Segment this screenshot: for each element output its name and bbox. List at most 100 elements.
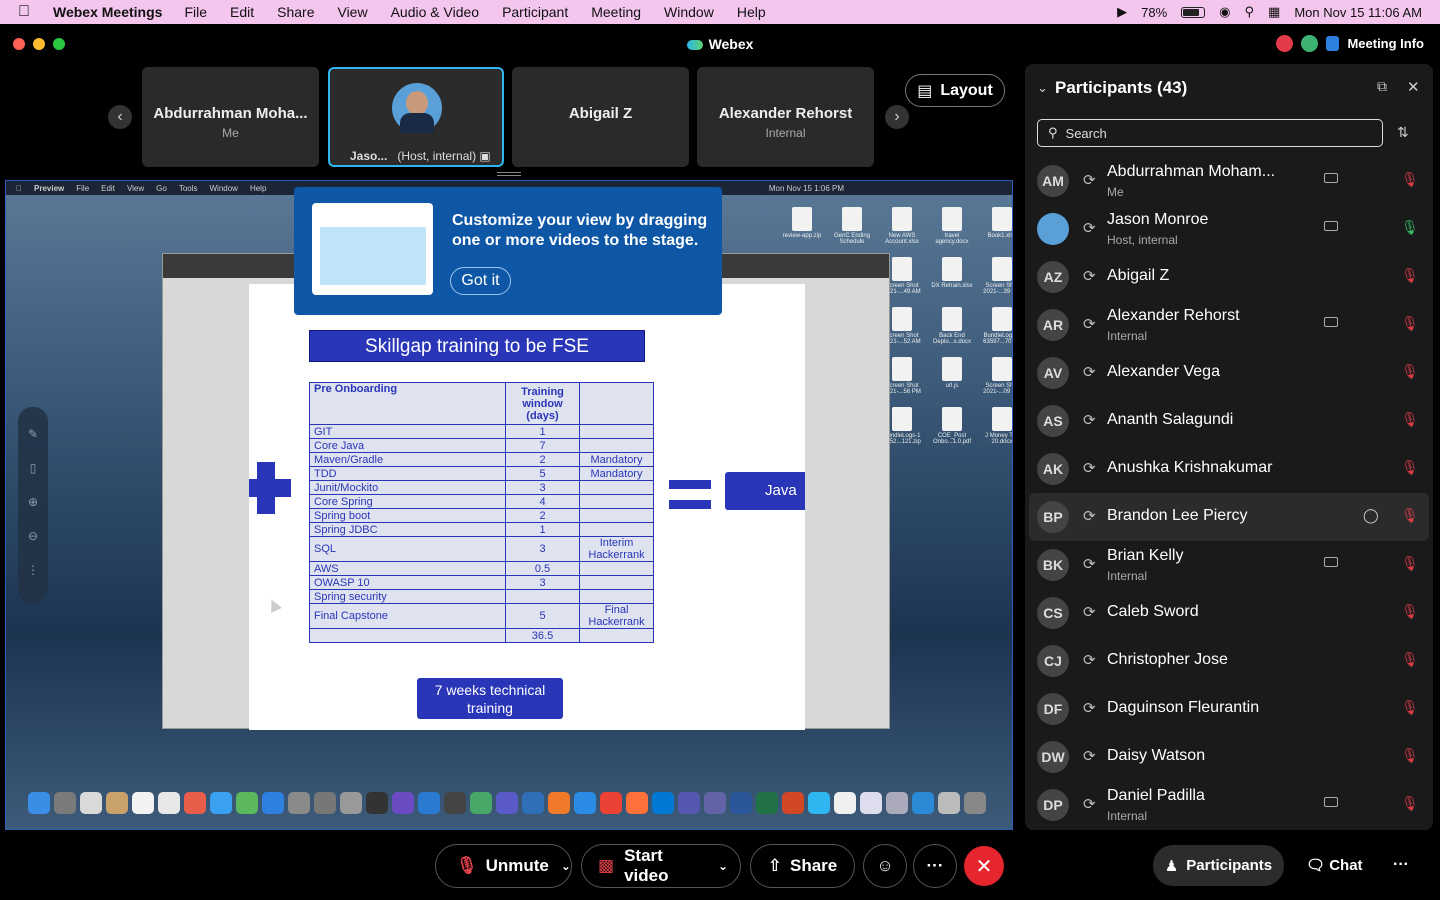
dock-app-icon <box>938 792 960 814</box>
got-it-button[interactable]: Got it <box>450 267 511 295</box>
meeting-info-label[interactable]: Meeting Info <box>1347 36 1424 51</box>
more-options-button[interactable]: ··· <box>913 844 957 888</box>
participant-name: Ananth Salagundi <box>1107 411 1234 428</box>
table-cell: Core Spring <box>309 494 506 509</box>
mic-muted-icon[interactable]: 🎙 <box>1401 459 1419 476</box>
shared-menu-item: Tools <box>172 183 198 193</box>
chat-tab[interactable]: 🗨 Chat <box>1306 856 1363 874</box>
spotlight-icon[interactable]: ⚲ <box>1245 4 1255 20</box>
mic-muted-icon[interactable]: 🎙 <box>1401 411 1419 428</box>
layout-button[interactable]: ▤ Layout <box>905 74 1005 107</box>
menubar-clock[interactable]: Mon Nov 15 11:06 AM <box>1294 5 1422 20</box>
battery-icon[interactable] <box>1181 6 1206 18</box>
participant-row[interactable]: AV ⟳ Alexander Vega 🎙 <box>1029 349 1429 397</box>
chat-bubble-icon[interactable]: ◯ <box>1363 507 1379 524</box>
mic-muted-icon[interactable]: 🎙 <box>1401 363 1419 380</box>
strip-prev-button[interactable]: ‹ <box>108 105 132 129</box>
participant-row[interactable]: AZ ⟳ Abigail Z 🎙 <box>1029 253 1429 301</box>
participant-name: Abigail Z <box>1107 267 1170 284</box>
mic-muted-icon[interactable]: 🎙 <box>1401 555 1419 572</box>
app-menu[interactable]: Webex Meetings <box>53 4 162 20</box>
drag-handle-icon[interactable]: ⋮ <box>18 563 48 577</box>
video-tile-abigail[interactable]: Abigail Z <box>512 67 689 167</box>
eraser-icon[interactable]: ▯ <box>18 461 48 475</box>
shared-menu-item: Preview <box>28 183 64 193</box>
strip-next-button[interactable]: › <box>885 105 909 129</box>
participant-row[interactable]: AK ⟳ Anushka Krishnakumar 🎙 <box>1029 445 1429 493</box>
wifi-icon[interactable]: ◉ <box>1219 4 1230 20</box>
table-cell: 5 <box>505 466 580 481</box>
dock-app-icon <box>756 792 778 814</box>
dock-app-icon <box>288 792 310 814</box>
play-icon[interactable]: ▶ <box>1117 4 1127 20</box>
mic-muted-icon[interactable]: 🎙 <box>1401 603 1419 620</box>
participant-row[interactable]: AR ⟳ Alexander Rehorst Internal 🎙 <box>1029 301 1429 349</box>
participant-row[interactable]: BK ⟳ Brian Kelly Internal 🎙 <box>1029 541 1429 589</box>
stage-resize-handle[interactable] <box>497 172 521 176</box>
menu-participant[interactable]: Participant <box>502 4 568 20</box>
reactions-button[interactable]: ☺ <box>863 844 907 888</box>
chevron-down-icon[interactable]: ⌄ <box>549 859 583 873</box>
start-video-button[interactable]: ▩ Start video ⌄ <box>581 844 741 888</box>
mic-muted-icon[interactable]: 🎙 <box>1401 651 1419 668</box>
dock-app-icon <box>548 792 570 814</box>
end-meeting-button[interactable]: ✕ <box>964 846 1004 886</box>
captions-icon <box>1324 221 1338 231</box>
participant-row[interactable]: ⟳ Jason Monroe Host, internal 🎙 <box>1029 205 1429 253</box>
mic-muted-icon[interactable]: 🎙 <box>1401 747 1419 764</box>
participant-row[interactable]: DF ⟳ Daguinson Fleurantin 🎙 <box>1029 685 1429 733</box>
participant-row[interactable]: DW ⟳ Daisy Watson 🎙 <box>1029 733 1429 781</box>
dock-app-icon <box>652 792 674 814</box>
table-cell: Final Capstone <box>309 603 506 629</box>
close-panel-icon[interactable]: ✕ <box>1407 78 1420 96</box>
menu-view[interactable]: View <box>337 4 367 20</box>
participant-row[interactable]: BP ⟳ Brandon Lee Piercy ◯ 🎙 <box>1029 493 1429 541</box>
menu-audio-video[interactable]: Audio & Video <box>391 4 479 20</box>
mic-muted-icon[interactable]: 🎙 <box>1401 699 1419 716</box>
video-tile-abdurrahman[interactable]: Abdurrahman Moha... Me <box>142 67 319 167</box>
menu-window[interactable]: Window <box>664 4 714 20</box>
apple-menu-icon[interactable]:  <box>18 3 36 21</box>
menu-edit[interactable]: Edit <box>230 4 254 20</box>
participant-row[interactable]: CS ⟳ Caleb Sword 🎙 <box>1029 589 1429 637</box>
menu-share[interactable]: Share <box>277 4 314 20</box>
participant-name: Alexander Rehorst <box>1107 307 1240 324</box>
collapse-chevron-icon[interactable]: ⌄ <box>1037 80 1048 96</box>
network-stats-icon[interactable] <box>1301 35 1319 52</box>
unmute-button[interactable]: 🎙 Unmute ⌄ <box>435 844 572 888</box>
mic-muted-icon[interactable]: 🎙 <box>1401 171 1419 188</box>
mic-muted-icon[interactable]: 🎙 <box>1401 267 1419 284</box>
meeting-info[interactable]: Meeting Info <box>1276 35 1424 52</box>
participant-row[interactable]: CJ ⟳ Christopher Jose 🎙 <box>1029 637 1429 685</box>
control-center-icon[interactable]: ▦ <box>1268 4 1280 20</box>
video-tile-alexander[interactable]: Alexander Rehorst Internal <box>697 67 874 167</box>
sort-icon[interactable]: ⇅ <box>1397 124 1409 141</box>
participant-row[interactable]: AS ⟳ Ananth Salagundi 🎙 <box>1029 397 1429 445</box>
menu-meeting[interactable]: Meeting <box>591 4 641 20</box>
participants-tab[interactable]: ♟ Participants <box>1153 845 1284 886</box>
zoom-out-icon[interactable]: ⊖ <box>18 529 48 543</box>
search-input[interactable]: ⚲ Search <box>1037 119 1383 147</box>
participant-row[interactable]: DP ⟳ Daniel Padilla Internal 🎙 <box>1029 781 1429 829</box>
dock-app-icon <box>470 792 492 814</box>
video-tile-jason[interactable]: Jaso... (Host, internal) ▣ <box>328 67 504 167</box>
menu-file[interactable]: File <box>184 4 207 20</box>
table-cell <box>579 424 654 439</box>
popout-icon[interactable]: ⧉ <box>1377 78 1387 95</box>
avatar <box>392 83 442 133</box>
dock-app-icon <box>834 792 856 814</box>
share-button[interactable]: ⇧ Share <box>750 844 855 888</box>
panel-more-button[interactable]: ··· <box>1393 856 1409 874</box>
sync-icon: ⟳ <box>1083 220 1096 237</box>
mic-muted-icon[interactable]: 🎙 <box>1401 507 1419 524</box>
menu-help[interactable]: Help <box>737 4 766 20</box>
mic-on-icon[interactable]: 🎙 <box>1401 219 1419 236</box>
chevron-down-icon[interactable]: ⌄ <box>706 859 740 873</box>
zoom-in-icon[interactable]: ⊕ <box>18 495 48 509</box>
table-cell: 36.5 <box>505 628 580 643</box>
participant-row[interactable]: AM ⟳ Abdurrahman Moham... Me 🎙 <box>1029 157 1429 205</box>
mic-muted-icon[interactable]: 🎙 <box>1401 315 1419 332</box>
dock-app-icon <box>28 792 50 814</box>
mic-muted-icon[interactable]: 🎙 <box>1401 795 1419 812</box>
pen-icon[interactable]: ✎ <box>18 427 48 441</box>
